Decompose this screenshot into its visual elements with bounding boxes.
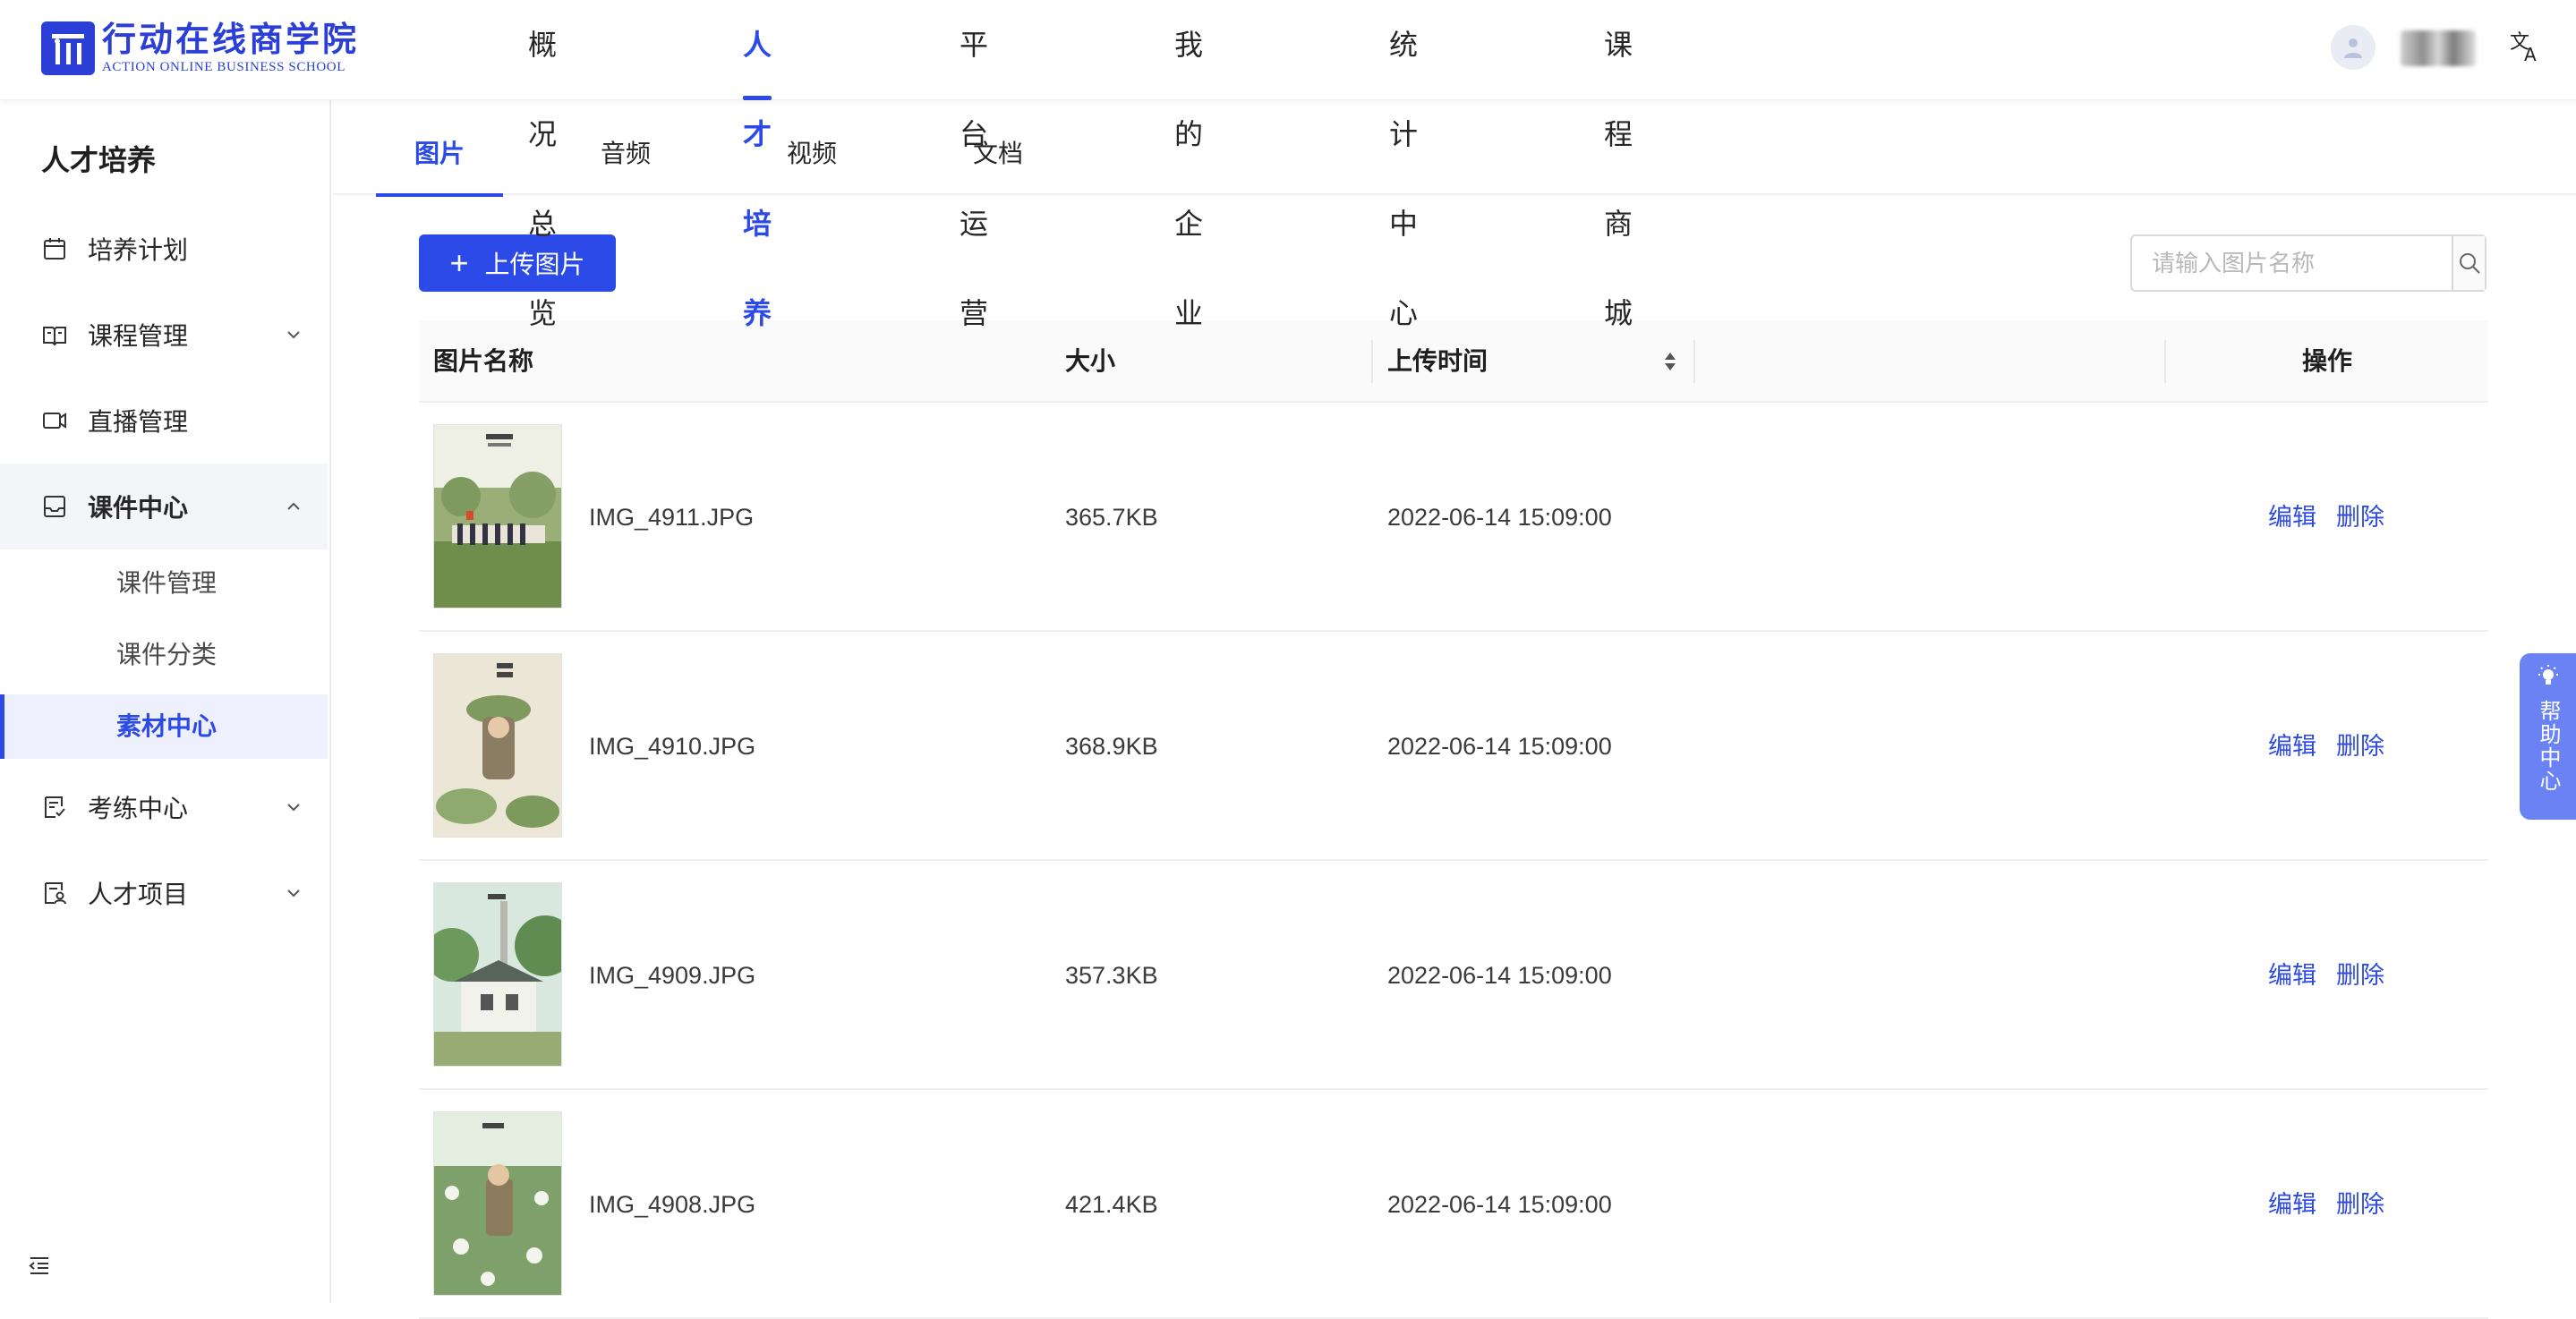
image-size: 368.9KB [1065,733,1158,760]
sidebar-item-course-management[interactable]: 课程管理 [0,292,328,378]
image-size: 357.3KB [1065,962,1158,989]
image-name-search-input[interactable] [2132,236,2452,290]
table-row: IMG_4909.JPG 357.3KB 2022-06-14 15:09:00… [419,861,2488,1090]
brand-name-cn: 行动在线商学院 [102,21,360,59]
delete-link[interactable]: 删除 [2336,861,2384,1090]
image-name: IMG_4911.JPG [589,504,755,531]
sidebar-item-label: 课程管理 [88,322,189,350]
image-thumbnail[interactable] [433,1111,562,1296]
delete-link[interactable]: 删除 [2336,1090,2384,1319]
image-table: 图片名称 大小 上传时间 操作 IMG_4911.JPG 365.7KB 202… [419,320,2488,1319]
sidebar-subitem-courseware-management[interactable]: 课件管理 [0,551,328,616]
topnav-course-mall[interactable]: 课程商城 [1604,0,1633,329]
thumbnail-children-field-image [434,425,561,608]
topnav-statistics[interactable]: 统计中心 [1389,0,1418,329]
sidebar-item-label: 培养计划 [88,236,189,264]
book-icon [43,327,66,346]
column-header-actions: 操作 [2302,347,2353,375]
topnav-platform-ops[interactable]: 平台运营 [960,0,988,329]
chevron-down-icon [287,889,300,898]
upload-time: 2022-06-14 15:09:00 [1387,1191,1612,1218]
table-row: IMG_4908.JPG 421.4KB 2022-06-14 15:09:00… [419,1090,2488,1319]
image-size: 365.7KB [1065,504,1158,531]
sidebar-item-exam-center[interactable]: 考练中心 [0,764,328,850]
edit-link[interactable]: 编辑 [2268,861,2316,1090]
edit-link[interactable]: 编辑 [2268,632,2316,861]
help-center-label: 帮助中心 [2536,700,2560,793]
sidebar-item-courseware-center[interactable]: 课件中心 [0,464,328,549]
topnav-my-company[interactable]: 我的企业 [1174,0,1203,329]
brand-name-en: ACTION ONLINE BUSINESS SCHOOL [102,60,345,74]
tab-images[interactable]: 图片 [376,100,503,197]
search-button[interactable] [2452,236,2485,290]
column-divider [1693,340,1695,383]
upload-image-button[interactable]: + 上传图片 [419,234,616,292]
table-row: IMG_4911.JPG 365.7KB 2022-06-14 15:09:00… [419,403,2488,632]
image-name: IMG_4910.JPG [589,733,756,760]
sidebar-subitem-courseware-category[interactable]: 课件分类 [0,623,328,687]
upload-time: 2022-06-14 15:09:00 [1387,504,1612,531]
table-row: IMG_4910.JPG 368.9KB 2022-06-14 15:09:00… [419,632,2488,861]
thumbnail-flower-field-image [434,1112,561,1295]
talent-icon [45,882,66,905]
sidebar: 人才培养 培养计划 课程管理 直播管理 课件中心 课件管理 课件分类 素材中心 … [0,100,331,1303]
column-divider [1371,340,1373,383]
translate-icon[interactable]: 文 A [2508,29,2544,65]
image-thumbnail[interactable] [433,653,562,838]
image-size: 421.4KB [1065,1191,1158,1218]
sort-icon[interactable] [1661,349,1679,374]
plus-icon: + [449,244,469,281]
sidebar-subitem-material-center[interactable]: 素材中心 [0,694,328,759]
sidebar-item-training-plan[interactable]: 培养计划 [0,206,328,292]
image-thumbnail[interactable] [433,882,562,1067]
image-name: IMG_4909.JPG [589,962,756,989]
svg-text:A: A [2524,44,2537,64]
image-thumbnail[interactable] [433,424,562,608]
image-name: IMG_4908.JPG [589,1191,756,1218]
thumbnail-village-house-image [434,883,561,1066]
tab-audio[interactable]: 音频 [562,100,689,195]
search-box [2130,234,2486,292]
column-divider [2164,340,2166,383]
upload-time: 2022-06-14 15:09:00 [1387,962,1612,989]
tab-documents[interactable]: 文档 [934,100,1062,195]
user-name-blurred[interactable] [2401,30,2476,66]
column-header-size: 大小 [1065,347,1116,375]
edit-link[interactable]: 编辑 [2268,403,2316,632]
sidebar-item-talent-project[interactable]: 人才项目 [0,850,328,936]
material-type-tabs: 图片 音频 视频 文档 [333,100,2576,197]
inbox-icon [44,496,65,517]
help-center-button[interactable]: 帮助中心 [2520,653,2576,820]
sidebar-item-label: 考练中心 [88,795,189,822]
video-camera-icon [43,413,66,429]
sidebar-item-label: 人才项目 [88,881,189,908]
menu-collapse-icon[interactable] [27,1253,52,1278]
lightbulb-icon [2538,665,2558,685]
table-header: 图片名称 大小 上传时间 操作 [419,320,2488,403]
sidebar-title: 人才培养 [41,144,157,176]
brand-text: 行动在线商学院 ACTION ONLINE BUSINESS SCHOOL [102,21,359,75]
column-header-name: 图片名称 [433,347,534,375]
chevron-down-icon [287,331,300,339]
top-header: 行动在线商学院 ACTION ONLINE BUSINESS SCHOOL 概况… [0,0,2576,329]
logo-mark-icon [41,21,95,75]
exam-icon [45,796,65,818]
upload-time: 2022-06-14 15:09:00 [1387,733,1612,760]
calendar-icon [44,238,65,260]
edit-link[interactable]: 编辑 [2268,1090,2316,1319]
chevron-down-icon [287,804,300,812]
topnav-talent-training[interactable]: 人才培养 [743,0,772,329]
delete-link[interactable]: 删除 [2336,403,2384,632]
thumbnail-lotus-boy-image [434,654,561,837]
sidebar-item-live-management[interactable]: 直播管理 [0,378,328,464]
search-icon [2459,253,2480,274]
brand-logo[interactable]: 行动在线商学院 ACTION ONLINE BUSINESS SCHOOL [41,20,359,77]
topnav-overview[interactable]: 概况总览 [528,0,557,329]
sidebar-item-label: 直播管理 [88,408,189,436]
user-avatar-icon[interactable] [2331,25,2376,70]
delete-link[interactable]: 删除 [2336,632,2384,861]
sidebar-item-label: 课件中心 [88,494,189,522]
chevron-up-icon [287,502,300,510]
